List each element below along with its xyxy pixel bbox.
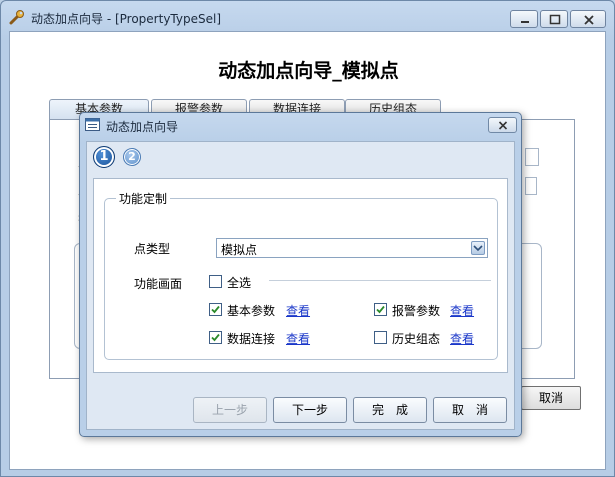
bg-cancel-button[interactable]: 取消 [521, 386, 581, 410]
window-icon [85, 118, 101, 132]
wizard-dialog: 动态加点向导 1 2 功能定制 点类型 模拟点 功能画面 全选 基本参数 查看 … [79, 112, 522, 437]
bg-input[interactable] [525, 148, 539, 166]
point-type-select[interactable]: 模拟点 [216, 238, 488, 258]
finish-button[interactable]: 完 成 [353, 397, 427, 423]
minimize-icon [521, 21, 529, 23]
close-icon [498, 121, 508, 130]
point-type-label: 点类型 [134, 242, 171, 256]
history-config-label: 历史组态 [392, 332, 441, 346]
alarm-params-checkbox[interactable] [374, 303, 387, 316]
basic-params-view-link[interactable]: 查看 [286, 302, 310, 319]
step-indicator-active: 1 [93, 146, 115, 168]
prev-step-button[interactable]: 上一步 [193, 397, 267, 423]
history-config-checkbox[interactable] [374, 331, 387, 344]
data-connection-label: 数据连接 [227, 332, 276, 346]
history-config-view-link[interactable]: 查看 [450, 330, 474, 347]
wrench-icon [9, 9, 25, 25]
dialog-close-button[interactable] [488, 117, 517, 133]
divider [269, 280, 491, 281]
window-title: 动态加点向导 - [PropertyTypeSel] [31, 12, 221, 26]
maximize-icon [549, 14, 561, 25]
point-type-value: 模拟点 [221, 243, 258, 257]
close-icon [584, 15, 594, 25]
dropdown-button[interactable] [471, 241, 485, 255]
chevron-down-icon [473, 245, 483, 252]
page-title: 动态加点向导_模拟点 [218, 60, 399, 82]
select-all-label: 全选 [227, 276, 252, 290]
basic-params-label: 基本参数 [227, 304, 276, 318]
title-bar[interactable]: 动态加点向导 - [PropertyTypeSel] [1, 1, 614, 31]
cancel-button[interactable]: 取 消 [433, 397, 507, 423]
check-icon [211, 305, 220, 314]
function-screen-label: 功能画面 [134, 277, 183, 291]
maximize-button[interactable] [540, 10, 568, 28]
check-icon [376, 305, 385, 314]
close-window-button[interactable] [570, 10, 606, 28]
alarm-params-label: 报警参数 [392, 304, 441, 318]
data-connection-view-link[interactable]: 查看 [286, 330, 310, 347]
select-all-checkbox[interactable] [209, 275, 222, 288]
minimize-button[interactable] [510, 10, 538, 28]
step-indicator: 2 [123, 148, 141, 166]
alarm-params-view-link[interactable]: 查看 [450, 302, 474, 319]
dialog-title: 动态加点向导 [106, 120, 179, 134]
dialog-body: 1 2 功能定制 点类型 模拟点 功能画面 全选 基本参数 查看 报警参数 查看… [86, 141, 515, 430]
group-title: 功能定制 [116, 190, 171, 207]
next-step-button[interactable]: 下一步 [273, 397, 347, 423]
basic-params-checkbox[interactable] [209, 303, 222, 316]
data-connection-checkbox[interactable] [209, 331, 222, 344]
bg-input[interactable] [525, 177, 537, 195]
check-icon [211, 333, 220, 342]
wizard-panel: 功能定制 点类型 模拟点 功能画面 全选 基本参数 查看 报警参数 查看 数据连… [93, 178, 508, 373]
